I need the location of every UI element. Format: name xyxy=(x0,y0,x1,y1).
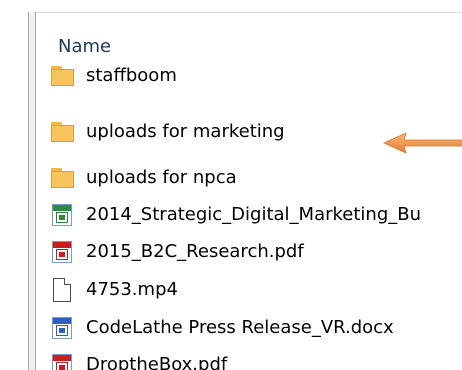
column-header-name[interactable]: Name xyxy=(58,35,111,59)
navigation-pane[interactable] xyxy=(0,12,28,370)
orange-arrow-icon xyxy=(383,132,462,154)
blank-file-icon xyxy=(53,278,71,302)
file-list: Name staffboom uploads for marketing upl… xyxy=(36,13,462,370)
pane-top-border xyxy=(0,0,462,13)
folder-icon xyxy=(50,120,76,144)
file-name: 2015_B2C_Research.pdf xyxy=(86,241,304,262)
folder-icon xyxy=(50,64,76,88)
word-file-icon xyxy=(52,317,72,339)
file-row-2014-strategic[interactable]: 2014_Strategic_Digital_Marketing_Bu xyxy=(50,200,462,230)
file-row-staffboom[interactable]: staffboom xyxy=(50,61,462,91)
file-name: uploads for marketing xyxy=(86,121,285,142)
file-name: CodeLathe Press Release_VR.docx xyxy=(86,317,394,338)
file-row-uploads-for-npca[interactable]: uploads for npca xyxy=(50,163,462,193)
file-name: uploads for npca xyxy=(86,167,237,188)
excel-file-icon xyxy=(52,204,72,226)
file-name: 2014_Strategic_Digital_Marketing_Bu xyxy=(86,204,422,225)
file-name: staffboom xyxy=(86,65,177,86)
pdf-file-icon xyxy=(52,241,72,263)
folder-icon xyxy=(50,166,76,190)
file-name: DroptheBox.pdf xyxy=(86,354,228,370)
file-explorer-window: Name staffboom uploads for marketing upl… xyxy=(0,0,462,370)
file-row-dropthebox-pdf[interactable]: DroptheBox.pdf xyxy=(50,350,462,370)
pane-splitter[interactable] xyxy=(28,12,36,370)
file-name: 4753.mp4 xyxy=(86,279,178,300)
pdf-file-icon xyxy=(52,354,72,370)
file-row-codelathe-press-release[interactable]: CodeLathe Press Release_VR.docx xyxy=(50,313,462,343)
file-row-4753-mp4[interactable]: 4753.mp4 xyxy=(50,275,462,305)
file-row-2015-b2c-research[interactable]: 2015_B2C_Research.pdf xyxy=(50,237,462,267)
